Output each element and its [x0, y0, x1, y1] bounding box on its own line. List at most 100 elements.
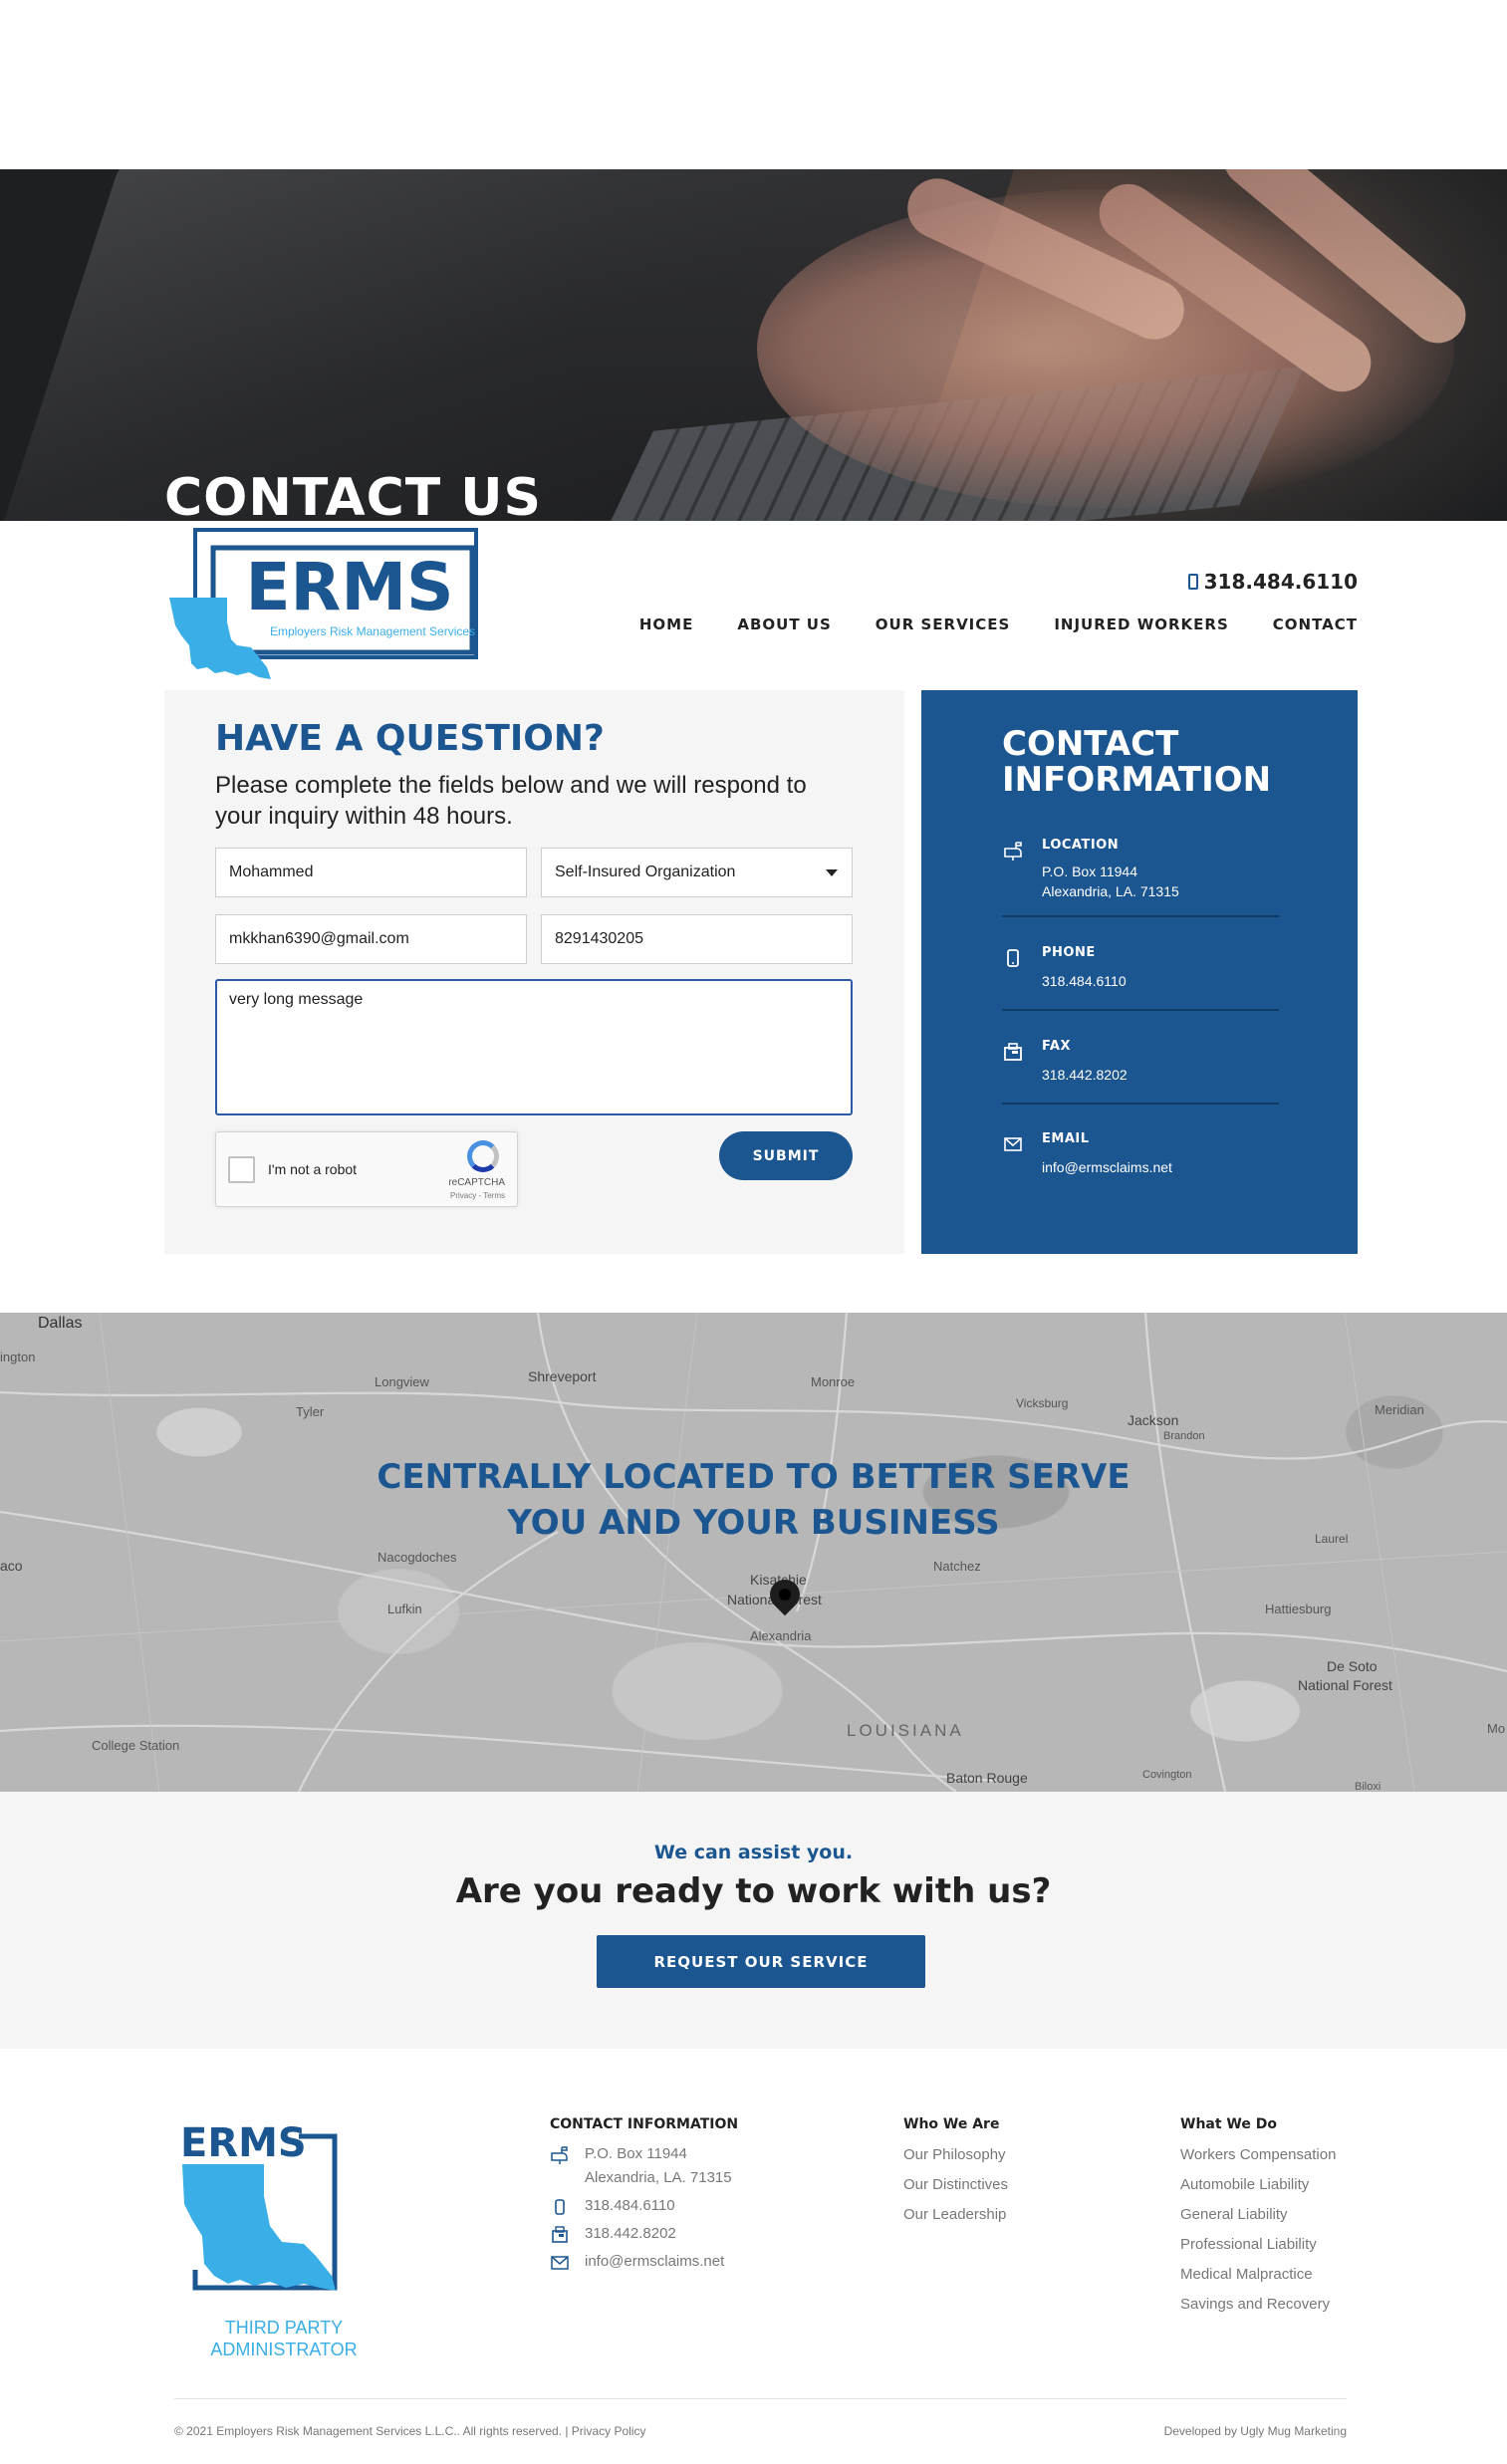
footer-link-workers-compensation[interactable]: Workers Compensation [1180, 2140, 1380, 2170]
map-label: Covington [1142, 1769, 1192, 1781]
hero-banner: CONTACT US [0, 169, 1507, 521]
phone-icon [1187, 574, 1198, 590]
envelope-icon [551, 2256, 569, 2270]
nav-contact[interactable]: CONTACT [1273, 616, 1358, 633]
footer-phone-value: 318.484.6110 [585, 2197, 675, 2214]
footer-divider [174, 2398, 1347, 2399]
message-textarea[interactable]: very long message [215, 979, 853, 1115]
header-phone[interactable]: 318.484.6110 [1187, 570, 1358, 594]
fax-icon [1004, 1043, 1022, 1061]
email-field-value: mkkhan6390@gmail.com [229, 930, 409, 947]
phone-value[interactable]: 318.484.6110 [1042, 971, 1127, 991]
recaptcha-links[interactable]: Privacy - Terms [450, 1191, 505, 1200]
footer-who-we-are: Who We Are Our Philosophy Our Distinctiv… [903, 2116, 1103, 2230]
footer-what-we-do: What We Do Workers Compensation Automobi… [1180, 2116, 1380, 2320]
map-label: Hattiesburg [1265, 1602, 1332, 1616]
location-map[interactable]: Dallas ington Longview Shreveport Monroe… [0, 1313, 1507, 1792]
envelope-icon [1004, 1137, 1022, 1151]
footer-what-head: What We Do [1180, 2116, 1277, 2132]
footer-address: P.O. Box 11944 Alexandria, LA. 71315 [550, 2142, 809, 2190]
form-subtitle: Please complete the fields below and we … [215, 772, 807, 830]
submit-button[interactable]: SUBMIT [719, 1131, 853, 1180]
footer-logo-line2: ADMINISTRATOR [210, 2340, 357, 2359]
footer-link-general-liability[interactable]: General Liability [1180, 2200, 1380, 2230]
map-label: LOUISIANA [847, 1721, 964, 1740]
cta-kicker: We can assist you. [653, 1842, 854, 1863]
footer-contact-head: CONTACT INFORMATION [550, 2116, 739, 2132]
map-roads [0, 1313, 1507, 1792]
email-field[interactable]: mkkhan6390@gmail.com [215, 914, 527, 964]
header-phone-number: 318.484.6110 [1203, 570, 1358, 594]
name-field[interactable]: Mohammed [215, 848, 527, 897]
nav-home[interactable]: HOME [639, 616, 693, 633]
footer-logo-wordmark: ERMS [180, 2120, 307, 2166]
message-value: very long message [229, 991, 364, 1008]
phone-field[interactable]: 8291430205 [541, 914, 853, 964]
email-head: EMAIL [1042, 1131, 1090, 1146]
page-title: CONTACT US [164, 468, 542, 521]
location-line2: Alexandria, LA. 71315 [1042, 883, 1179, 899]
organization-type-value: Self-Insured Organization [555, 863, 736, 880]
footer-link-medical-malpractice[interactable]: Medical Malpractice [1180, 2260, 1380, 2290]
divider [1002, 1103, 1279, 1105]
footer-email[interactable]: info@ermsclaims.net [550, 2250, 809, 2274]
main-nav: HOME ABOUT US OUR SERVICES INJURED WORKE… [639, 616, 1358, 633]
map-label: De Soto [1327, 1658, 1378, 1674]
footer-phone[interactable]: 318.484.6110 [550, 2194, 809, 2218]
footer-link-automobile-liability[interactable]: Automobile Liability [1180, 2170, 1380, 2200]
request-service-button[interactable]: REQUEST OUR SERVICE [597, 1935, 925, 1988]
map-title-line2: YOU AND YOUR BUSINESS [507, 1503, 1000, 1543]
footer-link-professional-liability[interactable]: Professional Liability [1180, 2230, 1380, 2260]
map-label: Alexandria [750, 1628, 812, 1643]
map-label: Longview [375, 1374, 429, 1389]
footer-link-our-philosophy[interactable]: Our Philosophy [903, 2140, 1103, 2170]
nav-about-us[interactable]: ABOUT US [737, 616, 831, 633]
recaptcha-icon [467, 1140, 499, 1172]
map-label: Jackson [1128, 1412, 1179, 1428]
phone-field-value: 8291430205 [555, 930, 643, 947]
map-label: National Forest [1298, 1677, 1392, 1693]
footer-logo-line1: THIRD PARTY [225, 2318, 343, 2338]
map-label: Shreveport [528, 1368, 597, 1384]
contact-info-title: CONTACT INFORMATION [1002, 724, 1272, 800]
footer-link-our-leadership[interactable]: Our Leadership [903, 2200, 1103, 2230]
footer-developer-credit[interactable]: Developed by Ugly Mug Marketing [1164, 2424, 1347, 2438]
footer-logo[interactable]: ERMS THIRD PARTY ADMINISTRATOR [174, 2116, 393, 2370]
map-label: Nacogdoches [377, 1550, 457, 1565]
nav-our-services[interactable]: OUR SERVICES [876, 616, 1011, 633]
fax-value: 318.442.8202 [1042, 1067, 1128, 1083]
organization-type-select[interactable]: Self-Insured Organization [541, 848, 853, 897]
footer-link-savings-and-recovery[interactable]: Savings and Recovery [1180, 2290, 1380, 2320]
fax-icon [552, 2226, 568, 2243]
recaptcha-widget: I'm not a robot reCAPTCHA Privacy - Term… [215, 1131, 518, 1207]
map-label: Monroe [811, 1374, 856, 1389]
recaptcha-checkbox[interactable] [228, 1156, 255, 1183]
map-title: CENTRALLY LOCATED TO BETTER SERVE YOU AN… [0, 1454, 1507, 1546]
map-label: Mo [1487, 1721, 1506, 1736]
footer-contact: CONTACT INFORMATION P.O. Box 11944 Alexa… [550, 2116, 809, 2274]
map-label: Natchez [933, 1559, 981, 1574]
recaptcha-label: I'm not a robot [268, 1161, 358, 1177]
map-label: Biloxi [1355, 1781, 1381, 1792]
divider [1002, 915, 1279, 917]
name-field-value: Mohammed [229, 863, 314, 880]
cta-section: We can assist you. Are you ready to work… [0, 1792, 1507, 2049]
map-label: Dallas [38, 1315, 83, 1332]
recaptcha-brand: reCAPTCHA [448, 1177, 505, 1188]
email-value[interactable]: info@ermsclaims.net [1042, 1157, 1172, 1177]
erms-logo[interactable]: ERMS Employers Risk Management Services [167, 528, 482, 682]
map-label: Vicksburg [1016, 1396, 1069, 1410]
footer-address-line2: Alexandria, LA. 71315 [585, 2169, 732, 2186]
divider [1002, 1009, 1279, 1011]
contact-info-panel: CONTACT INFORMATION LOCATION P.O. Box 11… [921, 690, 1358, 1254]
fax-head: FAX [1042, 1039, 1071, 1054]
nav-injured-workers[interactable]: INJURED WORKERS [1054, 616, 1228, 633]
map-label: aco [0, 1558, 23, 1574]
phone-icon [555, 2199, 565, 2215]
location-head: LOCATION [1042, 838, 1120, 853]
footer-link-our-distinctives[interactable]: Our Distinctives [903, 2170, 1103, 2200]
cta-title: Are you ready to work with us? [455, 1871, 1052, 1911]
phone-head: PHONE [1042, 945, 1096, 960]
footer-fax-value: 318.442.8202 [585, 2225, 676, 2242]
footer-copyright[interactable]: © 2021 Employers Risk Management Service… [174, 2424, 645, 2438]
